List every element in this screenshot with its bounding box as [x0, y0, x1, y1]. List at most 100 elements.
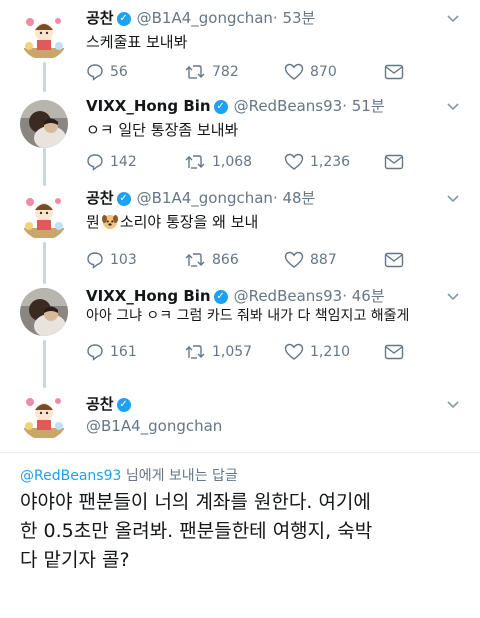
tweet-text: 뭔 소리야 통장을 왜 보내	[86, 212, 258, 232]
reply-mention-link[interactable]: @RedBeans93	[20, 468, 121, 484]
heart-icon	[284, 153, 304, 170]
retweet-button[interactable]: 782	[184, 62, 239, 82]
reply-context: @RedBeans93 님에게 보내는 답글	[20, 465, 238, 485]
reply-button[interactable]: 56	[86, 62, 128, 82]
avatar[interactable]	[20, 12, 68, 60]
user-handle[interactable]: @RedBeans93	[234, 287, 343, 305]
tweet[interactable]: VIXX_Hong Bin ✓ @RedBeans93· 46분 아아 그냐 ㅇㅋ …	[0, 286, 480, 368]
tweet-actions: 161 1,057 1,210	[86, 342, 416, 362]
like-button[interactable]: 1,210	[284, 342, 350, 362]
user-handle[interactable]: @B1A4_gongchan	[137, 189, 273, 207]
verified-badge-icon: ✓	[213, 99, 228, 114]
tweet-header: 공찬 ✓ @B1A4_gongchan· 48분	[86, 188, 315, 208]
chevron-down-icon[interactable]	[446, 398, 460, 412]
avatar[interactable]	[20, 100, 68, 148]
retweet-icon	[185, 345, 205, 359]
retweet-icon	[185, 253, 205, 267]
current-tweet[interactable]: 공찬 ✓ @B1A4_gongchan	[0, 390, 480, 444]
retweet-count: 866	[212, 252, 239, 268]
display-name[interactable]: 공찬	[86, 395, 114, 413]
tweet-text: 스케줄표 보내봐	[86, 33, 188, 51]
reply-button[interactable]: 142	[86, 152, 137, 172]
reply-button[interactable]: 103	[86, 250, 137, 270]
user-handle[interactable]: @B1A4_gongchan	[86, 416, 222, 436]
heart-icon	[284, 343, 304, 360]
reply-count: 161	[110, 344, 137, 360]
reply-button[interactable]: 161	[86, 342, 137, 362]
reply-compose-field[interactable]: 야야야 팬분들이 너의 계좌를 원한다. 여기에 한 0.5초만 올려봐. 팬분…	[20, 488, 460, 575]
tweet-actions: 56 782 870	[86, 62, 416, 82]
retweet-count: 1,068	[212, 154, 253, 170]
timestamp[interactable]: · 46분	[342, 287, 384, 305]
reply-context-label: 님에게 보내는 답글	[121, 468, 238, 484]
tweet[interactable]: 공찬 ✓ @B1A4_gongchan· 48분 뭔 소리야 통장을 왜 보내 103…	[0, 188, 480, 270]
tweet-header: VIXX_Hong Bin ✓ @RedBeans93· 51분	[86, 96, 385, 116]
message-button[interactable]	[384, 342, 410, 362]
user-handle[interactable]: @RedBeans93	[234, 97, 343, 115]
message-button[interactable]	[384, 250, 410, 270]
message-button[interactable]	[384, 62, 410, 82]
reply-icon	[87, 344, 103, 361]
heart-icon	[284, 251, 304, 268]
verified-badge-icon: ✓	[213, 289, 228, 304]
compose-line: 야야야 팬분들이 너의 계좌를 원한다. 여기에	[20, 491, 371, 513]
avatar[interactable]	[20, 192, 68, 240]
like-count: 887	[310, 252, 337, 268]
avatar[interactable]	[20, 392, 68, 440]
avatar[interactable]	[20, 288, 68, 336]
like-button[interactable]: 1,236	[284, 152, 350, 172]
reply-count: 142	[110, 154, 137, 170]
reply-icon	[87, 154, 103, 171]
reply-count: 56	[110, 64, 128, 80]
envelope-icon	[384, 252, 404, 268]
envelope-icon	[384, 64, 404, 80]
tweet-text-part: 소리야 통장을 왜 보내	[119, 213, 259, 231]
retweet-count: 782	[212, 64, 239, 80]
envelope-icon	[384, 154, 404, 170]
timestamp[interactable]: · 48분	[273, 189, 315, 207]
heart-icon	[284, 63, 304, 80]
tweet-header: 공찬 ✓ @B1A4_gongchan· 53분	[86, 8, 315, 28]
verified-badge-icon: ✓	[116, 11, 131, 26]
like-button[interactable]: 870	[284, 62, 337, 82]
compose-line: 한 0.5초만 올려봐. 팬분들한테 여행지, 숙박	[20, 520, 373, 542]
reply-count: 103	[110, 252, 137, 268]
envelope-icon	[384, 344, 404, 360]
chevron-down-icon[interactable]	[446, 290, 460, 304]
compose-line: 다 맡기자 콜?	[20, 549, 130, 571]
reply-icon	[87, 252, 103, 269]
retweet-button[interactable]: 1,057	[184, 342, 252, 362]
display-name[interactable]: VIXX_Hong Bin	[86, 97, 211, 115]
tweet-text: 아아 그냐 ㅇㅋ 그럼 카드 줘봐 내가 다 책임지고 해줄게	[86, 308, 410, 324]
timestamp[interactable]: · 51분	[342, 97, 384, 115]
retweet-button[interactable]: 1,068	[184, 152, 252, 172]
reply-icon	[87, 64, 103, 81]
like-count: 870	[310, 64, 337, 80]
display-name[interactable]: VIXX_Hong Bin	[86, 287, 211, 305]
message-button[interactable]	[384, 152, 410, 172]
retweet-button[interactable]: 866	[184, 250, 239, 270]
tweet-header: 공찬 ✓	[86, 394, 131, 414]
dog-face-icon	[101, 215, 118, 229]
tweet[interactable]: VIXX_Hong Bin ✓ @RedBeans93· 51분 ㅇㅋ 일단 통장좀…	[0, 96, 480, 178]
like-count: 1,236	[310, 154, 351, 170]
chevron-down-icon[interactable]	[446, 12, 460, 26]
chevron-down-icon[interactable]	[446, 100, 460, 114]
tweet-actions: 142 1,068 1,236	[86, 152, 416, 172]
like-count: 1,210	[310, 344, 351, 360]
divider	[0, 452, 480, 453]
retweet-count: 1,057	[212, 344, 253, 360]
chevron-down-icon[interactable]	[446, 192, 460, 206]
tweet-text: ㅇㅋ 일단 통장좀 보내봐	[86, 121, 239, 139]
display-name[interactable]: 공찬	[86, 9, 114, 27]
tweet-actions: 103 866 887	[86, 250, 416, 270]
tweet[interactable]: 공찬 ✓ @B1A4_gongchan· 53분 스케줄표 보내봐 56 782 8…	[0, 8, 480, 90]
display-name[interactable]: 공찬	[86, 189, 114, 207]
timestamp[interactable]: · 53분	[273, 9, 315, 27]
retweet-icon	[185, 65, 205, 79]
verified-badge-icon: ✓	[116, 397, 131, 412]
like-button[interactable]: 887	[284, 250, 337, 270]
tweet-header: VIXX_Hong Bin ✓ @RedBeans93· 46분	[86, 286, 385, 306]
user-handle[interactable]: @B1A4_gongchan	[137, 9, 273, 27]
verified-badge-icon: ✓	[116, 191, 131, 206]
